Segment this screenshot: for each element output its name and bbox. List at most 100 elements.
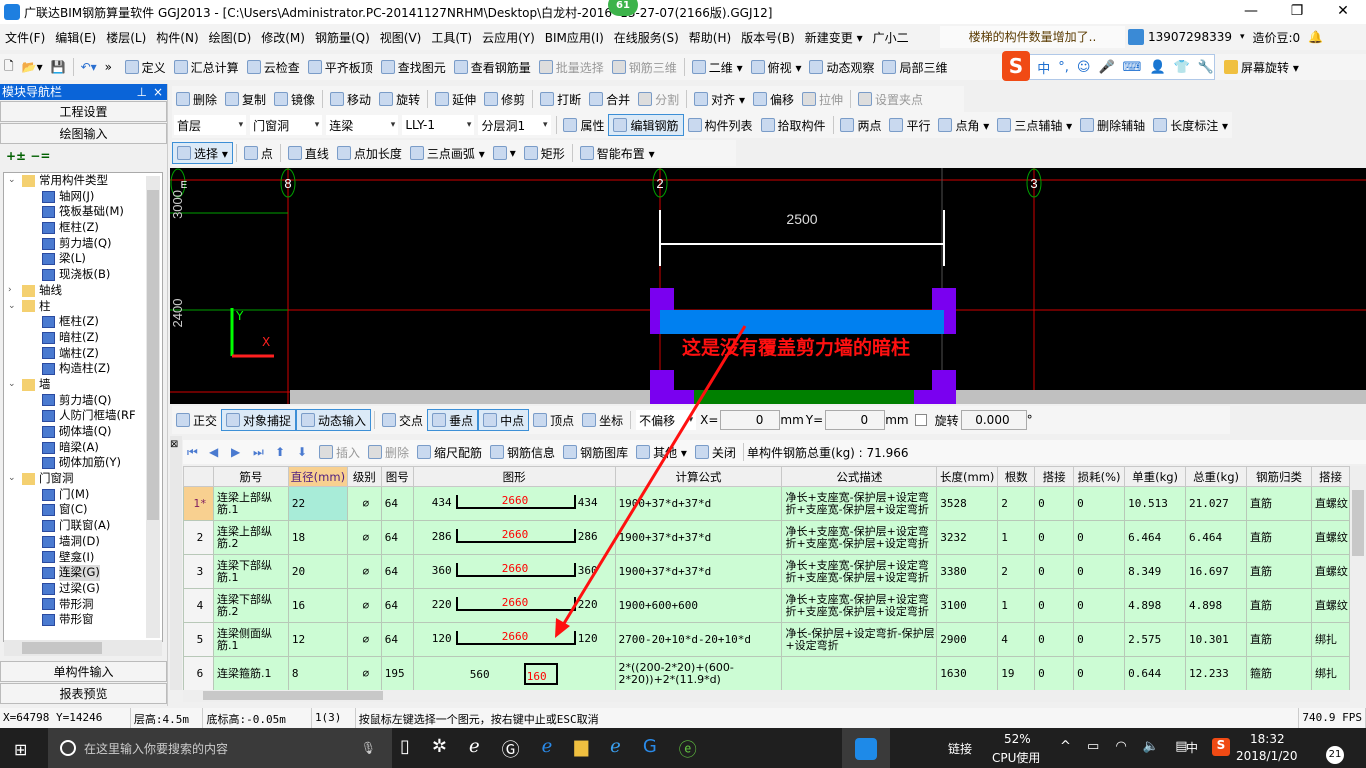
undo-icon[interactable]: ↶▾: [77, 56, 101, 78]
ime-tool-icon[interactable]: 👤: [1149, 60, 1165, 75]
floor-component-selector[interactable]: 连梁: [326, 115, 399, 135]
toolbar-button[interactable]: 合并: [585, 88, 634, 110]
table-cell[interactable]: 19: [997, 656, 1036, 690]
column-header[interactable]: 搭接: [1034, 466, 1075, 487]
table-cell[interactable]: 0: [1073, 486, 1126, 521]
toolbar-button[interactable]: 查找图元: [377, 56, 450, 78]
menu-item[interactable]: 绘图(D): [204, 29, 257, 46]
table-cell[interactable]: 1*: [183, 486, 214, 521]
table-cell[interactable]: 2: [183, 520, 214, 555]
table-cell[interactable]: 直螺纹: [1310, 588, 1350, 623]
tree-item[interactable]: 壁龛(I): [4, 550, 162, 566]
table-cell[interactable]: 连梁侧面纵筋.1: [212, 622, 289, 657]
table-cell[interactable]: 3100: [936, 588, 999, 623]
tree-item[interactable]: ⌄ 常用构件类型: [4, 173, 162, 189]
toolbar-button[interactable]: 中点: [478, 409, 530, 431]
column-header[interactable]: 长度(mm): [936, 466, 999, 487]
table-cell[interactable]: 0.644: [1124, 656, 1187, 690]
nav-next-icon[interactable]: ▶: [227, 441, 249, 463]
coord-input[interactable]: 0: [825, 410, 886, 430]
toolbar-button[interactable]: 复制: [221, 88, 270, 110]
file-explorer-icon[interactable]: ▆: [574, 736, 588, 762]
toolbar-button[interactable]: 点角 ▾: [934, 114, 993, 136]
toolbar-button[interactable]: 交点: [378, 409, 427, 431]
toolbar-button[interactable]: 旋转: [375, 88, 424, 110]
toolbar-button[interactable]: 垂点: [427, 409, 479, 431]
column-header[interactable]: 筋号: [212, 466, 289, 487]
table-cell[interactable]: 4: [997, 622, 1036, 657]
shape-cell[interactable]: 286 2660 286: [412, 520, 616, 555]
toolbar-button[interactable]: 正交: [172, 409, 221, 431]
toolbar-button[interactable]: 顶点: [529, 409, 578, 431]
table-cell[interactable]: 连梁下部纵筋.2: [212, 588, 289, 623]
table-row[interactable]: 1* 连梁上部纵筋.1 22 ⌀ 64 434 2660 434 1900+37*d+37*d 净…: [183, 486, 1350, 521]
floor-component-selector[interactable]: 分层洞1: [478, 115, 551, 135]
offset-select[interactable]: 不偏移: [636, 410, 697, 430]
toolbar-button[interactable]: 点加长度: [333, 142, 406, 164]
table-cell[interactable]: [781, 656, 938, 690]
table-cell[interactable]: 绑扎: [1310, 622, 1350, 657]
account-phone[interactable]: 13907298339: [1148, 30, 1232, 44]
table-cell[interactable]: 8: [287, 656, 348, 690]
new-file-icon[interactable]: 🗋: [0, 56, 18, 78]
app-g-icon[interactable]: Ⓖ: [502, 736, 520, 762]
microphone-icon[interactable]: 🎙: [361, 741, 376, 755]
toolbar-button[interactable]: 直线: [284, 142, 333, 164]
active-app-ggj-icon[interactable]: [842, 728, 890, 768]
menu-item[interactable]: 文件(F): [0, 29, 50, 46]
tree-item[interactable]: 砌体加筋(Y): [4, 455, 162, 471]
ime-tool-icon[interactable]: 中: [1037, 58, 1050, 77]
floor-component-selector[interactable]: 首层: [174, 115, 247, 135]
nav-up-icon[interactable]: ⬆: [271, 441, 293, 463]
expand-all-icon[interactable]: +±: [6, 149, 26, 163]
tree-hscrollbar[interactable]: [4, 640, 162, 656]
table-cell[interactable]: 0: [1034, 554, 1075, 589]
ime-tool-icon[interactable]: 🔧: [1198, 60, 1214, 75]
toolbar-button[interactable]: 云检查: [243, 56, 304, 78]
ime-tool-icon[interactable]: 👕: [1174, 60, 1190, 75]
toolbar-button[interactable]: 局部三维: [878, 56, 951, 78]
toolbar-button[interactable]: 三点画弧 ▾: [406, 142, 489, 164]
table-cell[interactable]: 12.233: [1185, 656, 1248, 690]
table-cell[interactable]: 直螺纹: [1310, 554, 1350, 589]
rotate-checkbox[interactable]: [914, 414, 927, 426]
toolbar-button[interactable]: 点: [240, 142, 277, 164]
table-cell[interactable]: 6: [183, 656, 214, 690]
clock-date[interactable]: 2018/1/20: [1236, 749, 1298, 763]
column-header[interactable]: 直径(mm): [287, 466, 348, 487]
tree-item[interactable]: 过梁(G): [4, 581, 162, 597]
table-cell[interactable]: 连梁上部纵筋.2: [212, 520, 289, 555]
ie-icon[interactable]: ℯ: [610, 736, 621, 762]
nav-report-preview[interactable]: 报表预览: [0, 683, 167, 704]
table-cell[interactable]: 净长+支座宽-保护层+设定弯折+支座宽-保护层+设定弯折: [781, 520, 938, 555]
toolbar-button[interactable]: 二维 ▾: [688, 56, 747, 78]
tree-item[interactable]: 门(M): [4, 487, 162, 503]
column-header[interactable]: 计算公式: [614, 466, 783, 487]
table-cell[interactable]: 箍筋: [1246, 656, 1312, 690]
table-cell[interactable]: 12: [287, 622, 348, 657]
table-cell[interactable]: 直螺纹: [1310, 520, 1350, 555]
table-cell[interactable]: 10.513: [1124, 486, 1187, 521]
toolbar-button[interactable]: 对齐 ▾: [690, 88, 749, 110]
column-header[interactable]: 图形: [412, 466, 616, 487]
tree-item[interactable]: ⌄ 门窗洞: [4, 471, 162, 487]
toolbar-button[interactable]: 删除辅轴: [1076, 114, 1149, 136]
table-cell[interactable]: 连梁上部纵筋.1: [212, 486, 289, 521]
toolbar-button[interactable]: 删除: [172, 88, 221, 110]
table-cell[interactable]: 3232: [936, 520, 999, 555]
nav-drawing-input[interactable]: 绘图输入: [0, 123, 167, 144]
table-cell[interactable]: 4.898: [1185, 588, 1248, 623]
column-header[interactable]: 公式描述: [781, 466, 938, 487]
toolbar-button[interactable]: 选择 ▾: [172, 142, 233, 164]
toolbar-button[interactable]: 批量选择: [535, 56, 608, 78]
task-view-icon[interactable]: ▯: [400, 736, 410, 762]
shape-cell[interactable]: 220 2660 220: [412, 588, 616, 623]
table-row[interactable]: 5 连梁侧面纵筋.1 12 ⌀ 64 120 2660 120 2700-20+10*d-20+…: [183, 622, 1350, 657]
menu-item[interactable]: 新建变更 ▾: [800, 29, 868, 46]
tree-item[interactable]: 暗柱(Z): [4, 330, 162, 346]
column-header[interactable]: [183, 466, 214, 487]
menu-item[interactable]: 帮助(H): [684, 29, 736, 46]
ime-tool-icon[interactable]: ⌨: [1123, 60, 1142, 75]
menu-item[interactable]: 视图(V): [375, 29, 427, 46]
restore-button[interactable]: ❐: [1274, 0, 1320, 24]
